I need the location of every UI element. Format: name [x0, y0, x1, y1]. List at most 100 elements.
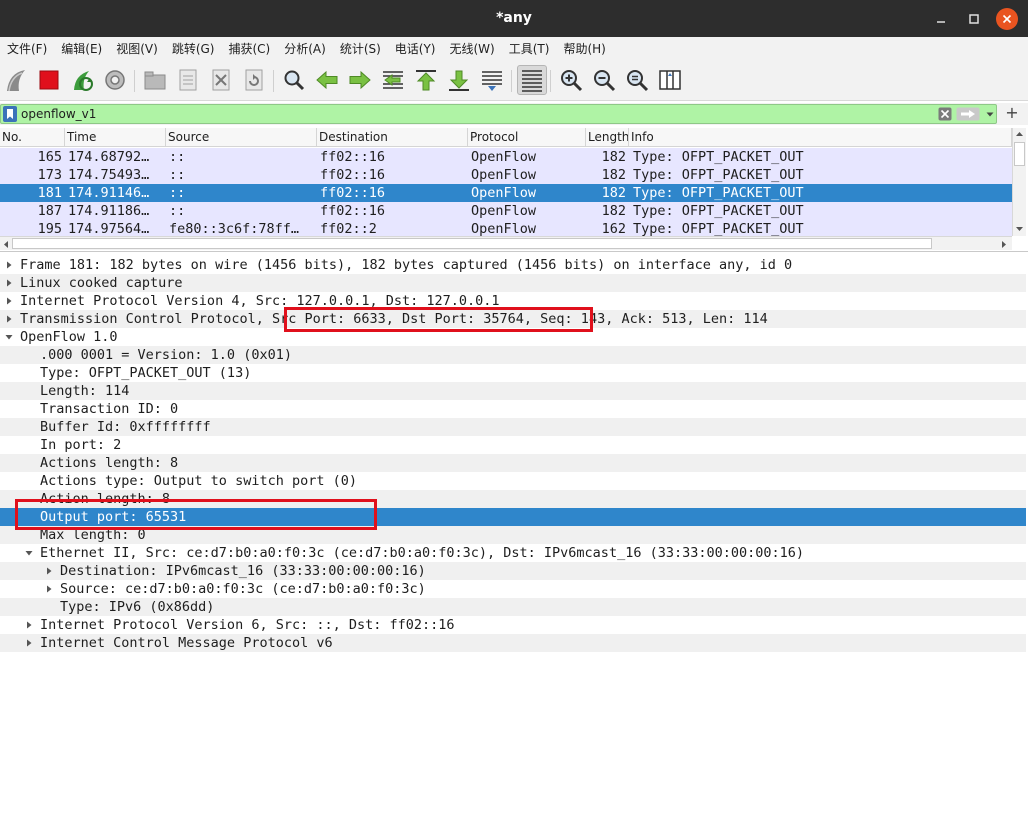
save-file-button[interactable]: [173, 65, 203, 95]
zoom-in-button[interactable]: [556, 65, 586, 95]
go-first-button[interactable]: [411, 65, 441, 95]
zoom-in-icon: [561, 70, 583, 92]
clear-filter-icon[interactable]: [938, 107, 952, 121]
close-button[interactable]: [996, 8, 1018, 30]
tree-item[interactable]: Internet Control Message Protocol v6: [0, 634, 1026, 652]
packet-cell-destination: ff02::16: [320, 203, 386, 219]
menu-capture[interactable]: 捕获(C): [228, 38, 270, 60]
packet-row[interactable]: 165 174.68792…:: ff02::16 OpenFlow 182 Type: …: [0, 148, 1012, 166]
maximize-button[interactable]: [963, 8, 985, 30]
go-to-packet-icon: [383, 71, 403, 89]
tree-item[interactable]: Frame 181: 182 bytes on wire (1456 bits)…: [0, 256, 1026, 274]
collapsed-arrow-icon[interactable]: [4, 296, 14, 306]
colorize-button[interactable]: [517, 65, 547, 95]
tree-item[interactable]: Length: 114: [0, 382, 1026, 400]
collapsed-arrow-icon[interactable]: [44, 584, 54, 594]
minimize-icon: [937, 21, 945, 23]
packet-details-tree: Frame 181: 182 bytes on wire (1456 bits)…: [0, 256, 1028, 819]
collapsed-arrow-icon[interactable]: [4, 314, 14, 324]
tree-item[interactable]: .000 0001 = Version: 1.0 (0x01): [0, 346, 1026, 364]
open-file-button[interactable]: [140, 65, 170, 95]
tree-item[interactable]: Actions length: 8: [0, 454, 1026, 472]
filter-history-dropdown-icon[interactable]: [984, 107, 996, 121]
collapsed-arrow-icon[interactable]: [24, 620, 34, 630]
reload-file-button[interactable]: [239, 65, 269, 95]
expanded-arrow-icon[interactable]: [24, 548, 34, 558]
go-to-packet-button[interactable]: [378, 65, 408, 95]
menu-analyze[interactable]: 分析(A): [284, 38, 326, 60]
packet-list-vertical-scrollbar[interactable]: [1012, 128, 1026, 236]
go-last-button[interactable]: [444, 65, 474, 95]
bookmark-icon[interactable]: [3, 106, 17, 122]
close-file-button[interactable]: [206, 65, 236, 95]
packet-row[interactable]: 187 174.91186…:: ff02::16 OpenFlow 182 Type: …: [0, 202, 1012, 220]
auto-scroll-button[interactable]: [477, 65, 507, 95]
column-header-length[interactable]: Length: [586, 128, 629, 147]
tree-item[interactable]: Internet Protocol Version 6, Src: ::, Ds…: [0, 616, 1026, 634]
go-forward-button[interactable]: [345, 65, 375, 95]
column-header-info[interactable]: Info: [629, 128, 1012, 147]
minimize-button[interactable]: [930, 8, 952, 30]
menu-telephony[interactable]: 电话(Y): [395, 38, 436, 60]
scroll-right-icon[interactable]: [1000, 240, 1008, 249]
add-filter-button[interactable]: +: [1003, 104, 1021, 122]
go-back-button[interactable]: [312, 65, 342, 95]
display-filter-input[interactable]: [21, 105, 921, 123]
reload-file-icon: [245, 69, 263, 91]
scroll-up-icon[interactable]: [1015, 130, 1024, 138]
restart-capture-button[interactable]: [67, 65, 97, 95]
tree-item-label: Actions type: Output to switch port (0): [40, 473, 357, 489]
packet-row[interactable]: 173 174.75493…:: ff02::16 OpenFlow 182 Type: …: [0, 166, 1012, 184]
column-header-destination[interactable]: Destination: [317, 128, 468, 147]
horizontal-scroll-thumb[interactable]: [12, 238, 932, 249]
tree-item[interactable]: Type: OFPT_PACKET_OUT (13): [0, 364, 1026, 382]
tree-item[interactable]: Ethernet II, Src: ce:d7:b0:a0:f0:3c (ce:…: [0, 544, 1026, 562]
packet-cell-source: ::: [169, 185, 186, 201]
collapsed-arrow-icon[interactable]: [24, 638, 34, 648]
column-header-time[interactable]: Time: [65, 128, 166, 147]
close-file-icon: [212, 69, 230, 91]
collapsed-arrow-icon[interactable]: [44, 566, 54, 576]
tree-item[interactable]: In port: 2: [0, 436, 1026, 454]
tree-item[interactable]: Type: IPv6 (0x86dd): [0, 598, 1026, 616]
menu-tools[interactable]: 工具(T): [509, 38, 550, 60]
zoom-normal-button[interactable]: [622, 65, 652, 95]
tree-item[interactable]: Buffer Id: 0xffffffff: [0, 418, 1026, 436]
column-header-no[interactable]: No.: [0, 128, 65, 147]
collapsed-arrow-icon[interactable]: [4, 278, 14, 288]
start-capture-button[interactable]: [1, 65, 31, 95]
tree-item[interactable]: Actions type: Output to switch port (0): [0, 472, 1026, 490]
tree-item-label: Type: IPv6 (0x86dd): [60, 599, 215, 615]
menu-view[interactable]: 视图(V): [116, 38, 158, 60]
apply-filter-icon[interactable]: [956, 107, 980, 121]
capture-options-button[interactable]: [100, 65, 130, 95]
scroll-left-icon[interactable]: [2, 240, 10, 249]
packet-cell-info: Type: OFPT_PACKET_OUT: [633, 149, 804, 165]
tree-item[interactable]: Transaction ID: 0: [0, 400, 1026, 418]
packet-list: No. Time Source Destination Protocol Length In…: [0, 128, 1028, 252]
collapsed-arrow-icon[interactable]: [4, 260, 14, 270]
menu-wireless[interactable]: 无线(W): [450, 38, 495, 60]
menu-edit[interactable]: 编辑(E): [61, 38, 102, 60]
tree-item-label: Actions length: 8: [40, 455, 179, 471]
menu-statistics[interactable]: 统计(S): [340, 38, 381, 60]
resize-columns-button[interactable]: [655, 65, 685, 95]
find-packet-button[interactable]: [279, 65, 309, 95]
zoom-out-button[interactable]: [589, 65, 619, 95]
packet-cell-destination: ff02::16: [320, 149, 386, 165]
column-header-source[interactable]: Source: [166, 128, 317, 147]
scroll-down-icon[interactable]: [1015, 225, 1024, 233]
tree-item-label: Internet Control Message Protocol v6: [40, 635, 333, 651]
tree-item[interactable]: Destination: IPv6mcast_16 (33:33:00:00:0…: [0, 562, 1026, 580]
packet-list-horizontal-scrollbar[interactable]: [0, 236, 1012, 250]
column-header-protocol[interactable]: Protocol: [468, 128, 586, 147]
vertical-scroll-thumb[interactable]: [1014, 142, 1025, 166]
stop-capture-button[interactable]: [34, 65, 64, 95]
expanded-arrow-icon[interactable]: [4, 332, 14, 342]
packet-row[interactable]: 181 174.91146…:: ff02::16 OpenFlow 182 Type: …: [0, 184, 1012, 202]
menu-help[interactable]: 帮助(H): [563, 38, 605, 60]
menu-go[interactable]: 跳转(G): [172, 38, 215, 60]
tree-item[interactable]: Linux cooked capture: [0, 274, 1026, 292]
menu-file[interactable]: 文件(F): [7, 38, 47, 60]
tree-item[interactable]: Source: ce:d7:b0:a0:f0:3c (ce:d7:b0:a0:f…: [0, 580, 1026, 598]
